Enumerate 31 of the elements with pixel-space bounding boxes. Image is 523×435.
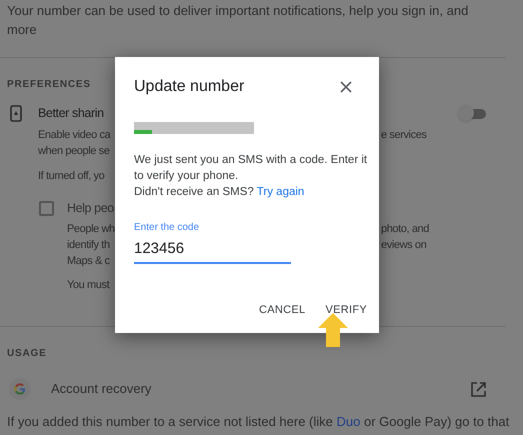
dialog-button[interactable]: CANCEL <box>253 300 312 320</box>
try-again-link[interactable]: Try again <box>256 186 304 198</box>
footer-text: If you added this number to a service not listed here (like Duo or Google Pay) go to that <box>7 414 510 429</box>
description-text: People wh <box>67 222 115 237</box>
description-text: e services <box>381 128 427 143</box>
section-heading: PREFERENCES <box>7 78 91 92</box>
google-logo-icon <box>9 378 31 400</box>
code-field[interactable]: Enter the code 123456 <box>134 220 291 264</box>
checkbox[interactable] <box>39 200 54 216</box>
retry-text: Didn't receive an SMS? Try again <box>134 185 306 200</box>
external-link-icon[interactable] <box>471 382 486 397</box>
setting-title: Help peo <box>67 200 114 217</box>
description-text: If turned off, yo <box>38 169 104 184</box>
description-text: You must <box>67 278 110 293</box>
section-heading: USAGE <box>7 347 47 361</box>
description-text: identify th <box>67 238 110 253</box>
close-icon[interactable] <box>340 81 352 93</box>
description-text: Enable video ca <box>38 128 110 143</box>
description-text: when people se <box>38 144 110 159</box>
intro-text: Your number can be used to deliver important notifications, help you sign in, and more <box>6 2 470 39</box>
dialog-title: Update number <box>134 77 244 97</box>
description-text: Maps & c <box>67 254 110 269</box>
dialog-button[interactable]: VERIFY <box>319 300 373 320</box>
arrow-icon <box>318 313 348 347</box>
list-item-label: Account recovery <box>51 380 152 398</box>
description-text: photo, and <box>381 222 429 237</box>
setting-title: Better sharin <box>38 104 104 122</box>
toggle-switch[interactable] <box>458 107 488 121</box>
phone-icon <box>10 104 22 122</box>
description-text: eviews on <box>381 238 426 253</box>
message-text: We just sent you an SMS with a code. Enter it to verify your phone. <box>134 153 368 184</box>
